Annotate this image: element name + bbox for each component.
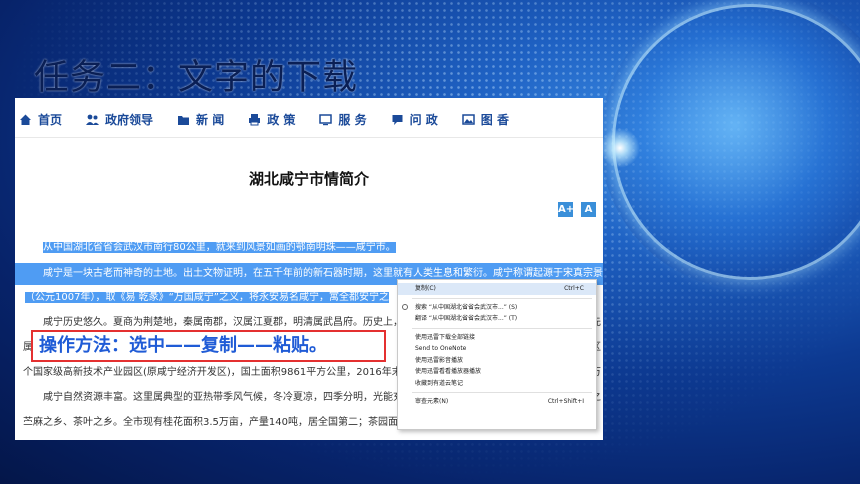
font-decrease-button[interactable]: A <box>581 202 596 217</box>
chat-icon <box>391 113 404 126</box>
context-menu-item-label: 审查元素(N) <box>415 398 449 405</box>
context-menu-inspect[interactable]: 审查元素(N) Ctrl+Shift+I <box>398 396 596 408</box>
context-menu-translate[interactable]: 翻译 “从中国湖北省省会武汉市...” (T) <box>398 313 596 325</box>
context-menu-thunder-download[interactable]: 使用迅雷下载全部链接 <box>398 332 596 344</box>
context-menu-separator <box>412 392 592 393</box>
context-menu-separator <box>412 297 592 299</box>
nav-item-label: 问 政 <box>409 113 438 127</box>
nav-item-inquiry[interactable]: 问 政 <box>391 111 438 128</box>
background-light-flare <box>600 128 640 168</box>
monitor-icon <box>319 113 333 126</box>
context-menu-item-label: Send to OneNote <box>415 345 467 352</box>
site-nav-bar: 首页 政府领导 新 闻 政 策 服 务 问 政 图 香 <box>15 102 603 138</box>
context-menu-item-label: 使用迅雷影音播放 <box>415 356 464 364</box>
nav-item-label: 首页 <box>38 113 63 127</box>
context-menu-thunder-player[interactable]: 使用迅雷看看播放器播放 <box>398 366 596 378</box>
nav-item-label: 图 香 <box>480 113 509 127</box>
context-menu-item-label: 使用迅雷看看播放器播放 <box>415 368 482 375</box>
context-menu-item-label: 收藏到有道云笔记 <box>415 379 464 387</box>
context-menu-item-label: 使用迅雷下载全部链接 <box>415 333 476 341</box>
selected-text[interactable]: 从中国湖北省省会武汉市南行80公里，就来到风景如画的鄂南明珠——咸宁市。 <box>43 242 396 253</box>
folder-icon <box>177 113 190 126</box>
context-menu-shortcut: Ctrl+Shift+I <box>547 398 584 405</box>
context-menu-shortcut: Ctrl+C <box>564 285 584 292</box>
instruction-callout: 操作方法：选中——复制——粘贴。 <box>31 330 386 362</box>
nav-item-label: 政府领导 <box>105 113 154 127</box>
printer-icon <box>248 113 261 126</box>
nav-item-service[interactable]: 服 务 <box>319 111 367 128</box>
context-menu-item-label: 搜索 “从中国湖北省省会武汉市...” (S) <box>415 303 518 311</box>
context-menu-item-label: 复制(C) <box>415 285 436 292</box>
nav-item-leaders[interactable]: 政府领导 <box>86 111 153 128</box>
context-menu-send-to-onenote[interactable]: Send to OneNote <box>398 343 596 355</box>
context-menu-item-label: 翻译 “从中国湖北省省会武汉市...” (T) <box>415 315 518 322</box>
search-icon <box>402 303 408 310</box>
context-menu-copy[interactable]: 复制(C) Ctrl+C <box>398 283 596 295</box>
context-menu-search[interactable]: 搜索 “从中国湖北省省会武汉市...” (S) <box>398 302 596 314</box>
nav-item-label: 政 策 <box>267 113 296 127</box>
slide-title: 任务二：文字的下载 <box>34 58 359 98</box>
nav-item-label: 服 务 <box>338 113 367 127</box>
context-menu-thunder-play[interactable]: 使用迅雷影音播放 <box>398 355 596 367</box>
selected-text[interactable]: （公元1007年），取《易 乾彖》“万国咸宁”之义，将永安易名咸宁，寓全都安宁之 <box>25 292 389 303</box>
article-paragraph: 从中国湖北省省会武汉市南行80公里，就来到风景如画的鄂南明珠——咸宁市。 <box>15 237 603 259</box>
context-menu-separator <box>412 327 592 329</box>
nav-item-news[interactable]: 新 闻 <box>177 111 224 128</box>
nav-item-policy[interactable]: 政 策 <box>248 111 295 128</box>
nav-item-label: 新 闻 <box>196 113 225 127</box>
nav-item-gallery[interactable]: 图 香 <box>462 111 509 128</box>
nav-item-home[interactable]: 首页 <box>19 111 62 128</box>
context-menu-youdao-note[interactable]: 收藏到有道云笔记 <box>398 378 596 390</box>
article-title: 湖北咸宁市情简介 <box>248 170 369 188</box>
context-menu: 复制(C) Ctrl+C 搜索 “从中国湖北省省会武汉市...” (S) 翻译 … <box>397 279 597 430</box>
home-icon <box>19 113 32 126</box>
people-icon <box>86 113 100 126</box>
image-icon <box>462 113 475 126</box>
font-increase-button[interactable]: A+ <box>558 202 574 217</box>
